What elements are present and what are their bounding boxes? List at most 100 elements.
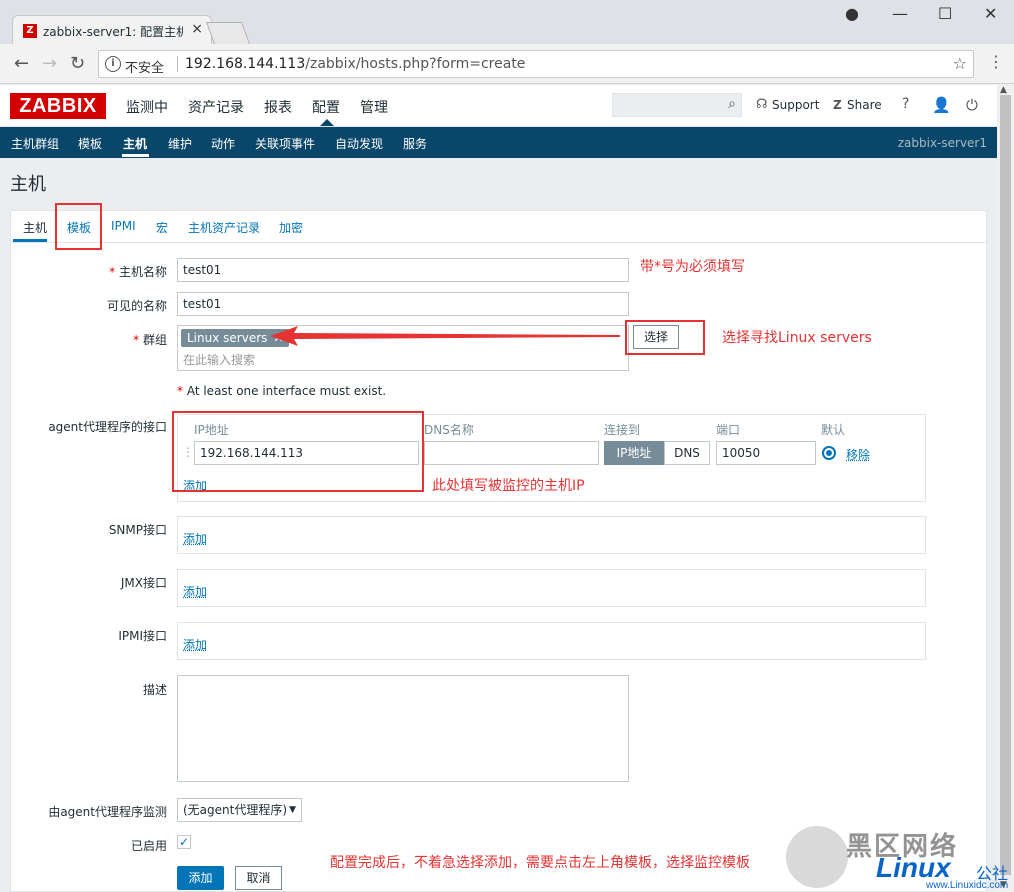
annotation-ip-note: 此处填写被监控的主机IP xyxy=(432,478,585,494)
profile-icon[interactable]: ● xyxy=(845,4,859,23)
remove-interface-link[interactable]: 移除 xyxy=(846,446,870,463)
interface-warning-text: At least one interface must exist. xyxy=(186,384,387,398)
description-textarea[interactable] xyxy=(177,675,629,782)
subnav-services[interactable]: 服务 xyxy=(403,135,427,152)
interface-warning: * At least one interface must exist. xyxy=(177,384,386,398)
maximize-icon[interactable]: ☐ xyxy=(938,4,952,23)
menu-administration[interactable]: 管理 xyxy=(360,97,388,117)
tab-inventory[interactable]: 主机资产记录 xyxy=(188,219,260,236)
required-marker: * xyxy=(133,333,143,347)
dns-name-input[interactable] xyxy=(424,441,599,465)
sub-navigation: 主机群组 模板 主机 维护 动作 关联项事件 自动发现 服务 zabbix-se… xyxy=(0,127,997,158)
subnav-maintenance[interactable]: 维护 xyxy=(168,135,192,152)
zabbix-logo[interactable]: ZABBIX xyxy=(10,93,106,119)
groups-label: * 群组 xyxy=(17,331,167,348)
global-search-input[interactable]: ⌕ xyxy=(612,93,742,117)
menu-reports[interactable]: 报表 xyxy=(264,97,292,117)
headset-icon: ☊ xyxy=(756,97,768,112)
insecure-label: 不安全 xyxy=(125,61,165,76)
tab-encryption[interactable]: 加密 xyxy=(279,219,303,236)
bookmark-star-icon[interactable]: ☆ xyxy=(953,54,967,73)
form-tabs: 主机 模板 IPMI 宏 主机资产记录 加密 xyxy=(11,211,986,243)
zabbix-favicon-icon: Z xyxy=(23,24,37,38)
reload-icon[interactable]: ↻ xyxy=(70,53,85,74)
url-bar[interactable]: i 不安全 192.168.144.113/zabbix/hosts.php?f… xyxy=(98,50,974,78)
url-path: /zabbix/hosts.php?form=create xyxy=(305,56,526,72)
menu-configuration[interactable]: 配置 xyxy=(312,97,340,117)
tab-host[interactable]: 主机 xyxy=(23,219,47,236)
port-input[interactable]: 10050 xyxy=(716,441,816,465)
subnav-hosts[interactable]: 主机 xyxy=(123,135,147,152)
window-close-icon[interactable]: ✕ xyxy=(984,4,997,23)
add-snmp-interface-link[interactable]: 添加 xyxy=(183,530,207,547)
host-name-label: * 主机名称 xyxy=(17,263,167,280)
subnav-correlation[interactable]: 关联项事件 xyxy=(255,135,315,152)
proxy-select-value: (无agent代理程序) xyxy=(183,803,288,817)
subnav-discovery[interactable]: 自动发现 xyxy=(335,135,383,152)
proxy-select[interactable]: (无agent代理程序) ▼ xyxy=(177,798,302,822)
close-icon[interactable]: × xyxy=(191,21,203,37)
chevron-down-icon: ▼ xyxy=(289,805,296,815)
default-interface-radio[interactable] xyxy=(822,446,836,460)
annotation-box-ip xyxy=(172,411,424,492)
add-jmx-interface-link[interactable]: 添加 xyxy=(183,583,207,600)
subnav-actions[interactable]: 动作 xyxy=(211,135,235,152)
url-host: 192.168.144.113 xyxy=(185,56,306,72)
menu-inventory[interactable]: 资产记录 xyxy=(188,97,244,117)
info-icon[interactable]: i xyxy=(105,56,121,72)
annotation-box-select xyxy=(625,320,705,355)
group-chip-label: Linux servers xyxy=(187,331,268,345)
server-name: zabbix-server1 xyxy=(897,136,987,150)
logout-icon[interactable]: ⏻ xyxy=(966,96,978,114)
minimize-icon[interactable]: — xyxy=(892,4,908,23)
menu-monitoring[interactable]: 监测中 xyxy=(126,97,168,117)
back-icon[interactable]: ← xyxy=(14,53,29,74)
annotation-bottom-note: 配置完成后，不着急选择添加，需要点击左上角模板，选择监控模板 xyxy=(330,855,750,871)
annotation-arrow-icon xyxy=(270,326,620,346)
tab-macros[interactable]: 宏 xyxy=(156,219,168,236)
page-scrollbar[interactable]: ▲ ▼ xyxy=(997,85,1014,892)
host-name-label-text: 主机名称 xyxy=(118,265,167,279)
required-marker: * xyxy=(177,384,187,398)
address-toolbar: ← → ↻ i 不安全 192.168.144.113/zabbix/hosts… xyxy=(0,44,1014,84)
add-ipmi-interface-link[interactable]: 添加 xyxy=(183,636,207,653)
connect-dns-toggle[interactable]: DNS xyxy=(664,441,710,465)
search-icon[interactable]: ⌕ xyxy=(728,96,736,112)
enabled-checkbox[interactable]: ✓ xyxy=(177,835,191,849)
active-tab-indicator xyxy=(13,239,47,242)
browser-tab[interactable]: Z zabbix-server1: 配置主机 × xyxy=(12,15,212,45)
scroll-up-icon[interactable]: ▲ xyxy=(1000,85,1007,95)
enabled-label: 已启用 xyxy=(130,839,167,853)
share-icon: Z xyxy=(833,98,842,112)
user-profile-icon[interactable]: 👤 xyxy=(932,96,951,114)
forward-icon[interactable]: → xyxy=(42,53,57,74)
cancel-button[interactable]: 取消 xyxy=(235,866,282,890)
host-name-input[interactable]: test01 xyxy=(177,258,629,282)
snmp-interfaces-label: SNMP接口 xyxy=(108,523,167,537)
scroll-thumb[interactable] xyxy=(1000,95,1011,875)
ipmi-interfaces-label: IPMI接口 xyxy=(118,629,167,643)
subnav-active-indicator xyxy=(122,154,149,157)
add-host-button[interactable]: 添加 xyxy=(177,866,224,890)
url-text: 192.168.144.113/zabbix/hosts.php?form=cr… xyxy=(185,56,525,72)
browser-menu-icon[interactable]: ⋮ xyxy=(988,52,1004,71)
jmx-interfaces-box: 添加 xyxy=(177,569,926,607)
subnav-host-groups[interactable]: 主机群组 xyxy=(11,135,59,152)
visible-name-label: 可见的名称 xyxy=(106,299,167,313)
tab-ipmi[interactable]: IPMI xyxy=(111,219,136,233)
visible-name-input[interactable]: test01 xyxy=(177,292,629,316)
new-tab-button[interactable] xyxy=(205,22,251,44)
col-port: 端口 xyxy=(716,423,741,437)
site-watermark: 黑区网络 Linux 公社 www.Linuxidc.com xyxy=(786,826,1014,892)
help-icon[interactable]: ? xyxy=(902,96,909,112)
subnav-templates[interactable]: 模板 xyxy=(78,135,102,152)
watermark-url: www.Linuxidc.com xyxy=(926,880,1009,891)
groups-label-text: 群组 xyxy=(142,333,167,347)
share-link[interactable]: Share xyxy=(847,98,882,112)
connect-ip-toggle[interactable]: IP地址 xyxy=(604,441,664,465)
browser-titlebar: Z zabbix-server1: 配置主机 × ● — ☐ ✕ xyxy=(0,0,1014,45)
support-link[interactable]: Support xyxy=(772,98,819,112)
group-search-placeholder: 在此输入搜索 xyxy=(183,353,256,367)
col-dns-name: DNS名称 xyxy=(424,423,474,437)
proxy-label: 由agent代理程序监测 xyxy=(48,805,167,819)
